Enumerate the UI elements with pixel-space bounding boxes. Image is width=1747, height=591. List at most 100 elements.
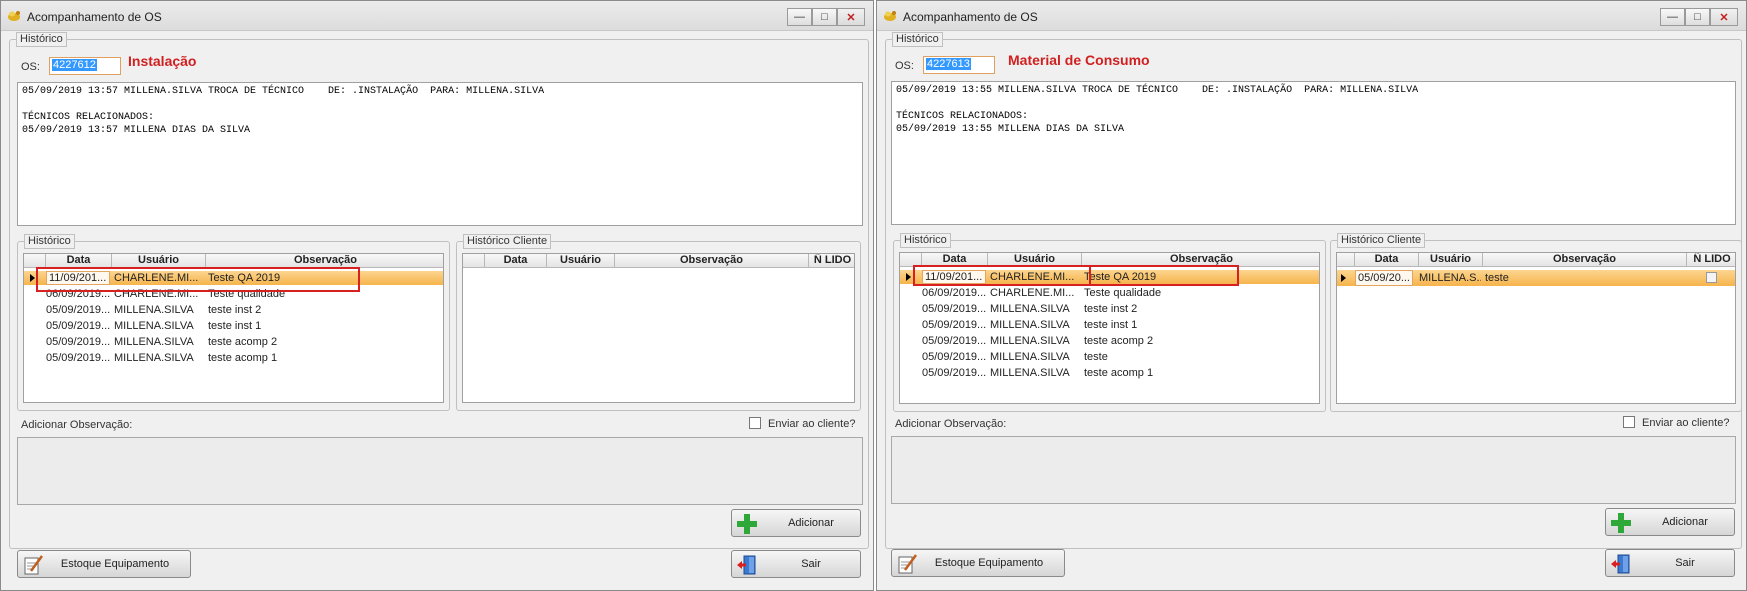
send-client-checkbox[interactable] (749, 417, 761, 429)
client-grid-header: Data Usuário Observação Ñ LIDO (463, 254, 854, 268)
nlido-checkbox[interactable] (1706, 272, 1717, 283)
col-usuario[interactable]: Usuário (547, 254, 615, 268)
os-value: 4227613 (926, 58, 971, 70)
table-row[interactable]: 05/09/2019... MILLENA.SILVA teste acomp … (24, 335, 443, 349)
client-group-legend: Histórico Cliente (463, 234, 552, 249)
os-value: 4227612 (52, 59, 97, 71)
row-pointer-icon (30, 274, 35, 282)
close-icon[interactable]: ✕ (1710, 8, 1738, 26)
sair-button[interactable]: Sair (731, 550, 861, 578)
hist-grid-header: Data Usuário Observação (24, 254, 443, 268)
client-group-legend: Histórico Cliente (1337, 233, 1426, 248)
cell-usuario: MILLENA.S... (1419, 272, 1481, 284)
add-obs-textarea[interactable] (17, 437, 863, 505)
os-label: OS: (895, 60, 914, 72)
cell-obs: teste inst 1 (208, 320, 262, 332)
minimize-icon[interactable]: — (787, 8, 812, 26)
col-data[interactable]: Data (485, 254, 547, 268)
cell-obs: teste acomp 2 (208, 336, 278, 348)
os-label: OS: (21, 61, 40, 73)
highlight-box (913, 265, 1239, 286)
col-observacao[interactable]: Observação (615, 254, 809, 268)
cell-obs: teste (1084, 351, 1108, 363)
table-row[interactable]: 05/09/2019... MILLENA.SILVA teste inst 2 (900, 302, 1319, 316)
cell-usuario: MILLENA.SILVA (990, 303, 1070, 315)
row-pointer-icon (1341, 274, 1346, 282)
col-usuario[interactable]: Usuário (1419, 253, 1483, 267)
log-textbox[interactable]: 05/09/2019 13:55 MILLENA.SILVA TROCA DE … (891, 81, 1736, 225)
app-icon (8, 11, 20, 21)
col-nlido[interactable]: Ñ LIDO (809, 254, 854, 268)
estoque-button[interactable]: Estoque Equipamento (891, 549, 1065, 577)
estoque-button[interactable]: Estoque Equipamento (17, 550, 191, 578)
table-row[interactable]: 05/09/2019... MILLENA.SILVA teste inst 1 (900, 318, 1319, 332)
adicionar-label: Adicionar (788, 517, 834, 529)
window-title: Acompanhamento de OS (903, 10, 1038, 24)
table-row[interactable]: 05/09/2019... MILLENA.SILVA teste acomp … (900, 366, 1319, 380)
cell-obs: teste acomp 1 (208, 352, 278, 364)
client-grid[interactable]: Data Usuário Observação Ñ LIDO (462, 253, 855, 403)
maximize-icon[interactable]: □ (812, 8, 837, 26)
cell-obs: teste inst 1 (1084, 319, 1138, 331)
maximize-icon[interactable]: □ (1685, 8, 1710, 26)
title-bar[interactable]: Acompanhamento de OS — □ ✕ (1, 1, 873, 31)
adicionar-label: Adicionar (1662, 516, 1708, 528)
table-row[interactable]: 05/09/2019... MILLENA.SILVA teste inst 2 (24, 303, 443, 317)
add-obs-label: Adicionar Observação: (21, 419, 133, 431)
group-legend: Histórico (16, 32, 67, 47)
cell-data[interactable]: 05/09/20... (1355, 270, 1413, 286)
cell-usuario: MILLENA.SILVA (114, 320, 194, 332)
table-row[interactable]: 05/09/2019... MILLENA.SILVA teste acomp … (900, 334, 1319, 348)
sair-label: Sair (801, 558, 821, 570)
highlight-box (36, 267, 360, 292)
add-obs-textarea[interactable] (891, 436, 1736, 504)
group-legend: Histórico (892, 32, 943, 47)
os-type-title: Instalação (128, 53, 197, 69)
adicionar-button[interactable]: Adicionar (731, 509, 861, 537)
col-nlido[interactable]: Ñ LIDO (1687, 253, 1735, 267)
table-row[interactable]: 05/09/2019... MILLENA.SILVA teste inst 1 (24, 319, 443, 333)
client-grid-header: Data Usuário Observação Ñ LIDO (1337, 253, 1735, 267)
col-data[interactable]: Data (1355, 253, 1419, 267)
sair-button[interactable]: Sair (1605, 549, 1735, 577)
row-header-cell (463, 254, 485, 268)
adicionar-button[interactable]: Adicionar (1605, 508, 1735, 536)
table-row[interactable]: 05/09/2019... MILLENA.SILVA teste (900, 350, 1319, 364)
app-icon (884, 11, 896, 21)
cell-usuario: MILLENA.SILVA (114, 352, 194, 364)
estoque-label: Estoque Equipamento (60, 558, 170, 570)
send-client-checkbox[interactable] (1623, 416, 1635, 428)
window-title: Acompanhamento de OS (27, 10, 162, 24)
col-observacao[interactable]: Observação (206, 254, 443, 268)
cell-data: 05/09/2019... (46, 320, 110, 332)
send-client-label: Enviar ao cliente? (1642, 417, 1730, 429)
cell-data: 05/09/2019... (922, 351, 986, 363)
cell-data: 05/09/2019... (46, 352, 110, 364)
hist-group-legend: Histórico (900, 233, 951, 248)
os-input[interactable]: 4227613 (923, 56, 995, 74)
table-row[interactable]: 05/09/20... MILLENA.S... teste (1337, 270, 1735, 286)
sair-label: Sair (1675, 557, 1695, 569)
col-observacao[interactable]: Observação (1483, 253, 1687, 267)
hist-group-legend: Histórico (24, 234, 75, 249)
row-header-cell (24, 254, 46, 268)
table-row[interactable]: 05/09/2019... MILLENA.SILVA teste acomp … (24, 351, 443, 365)
close-icon[interactable]: ✕ (837, 8, 865, 26)
send-client-label: Enviar ao cliente? (768, 418, 856, 430)
cell-data: 05/09/2019... (46, 336, 110, 348)
title-bar[interactable]: Acompanhamento de OS — □ ✕ (877, 1, 1746, 31)
window-right: Acompanhamento de OS — □ ✕ Histórico OS:… (876, 0, 1747, 591)
col-usuario[interactable]: Usuário (112, 254, 206, 268)
minimize-icon[interactable]: — (1660, 8, 1685, 26)
table-row[interactable]: 06/09/2019... CHARLENE.MI... Teste quali… (900, 286, 1319, 300)
cell-obs: Teste qualidade (1084, 287, 1162, 299)
cell-data: 05/09/2019... (922, 319, 986, 331)
window-left: Acompanhamento de OS — □ ✕ Histórico OS:… (0, 0, 874, 591)
cell-usuario: MILLENA.SILVA (990, 319, 1070, 331)
log-textbox[interactable]: 05/09/2019 13:57 MILLENA.SILVA TROCA DE … (17, 82, 863, 226)
col-data[interactable]: Data (46, 254, 112, 268)
os-type-title: Material de Consumo (1008, 52, 1150, 68)
client-grid[interactable]: Data Usuário Observação Ñ LIDO 05/09/20.… (1336, 252, 1736, 404)
cell-usuario: MILLENA.SILVA (114, 304, 194, 316)
os-input[interactable]: 4227612 (49, 57, 121, 75)
